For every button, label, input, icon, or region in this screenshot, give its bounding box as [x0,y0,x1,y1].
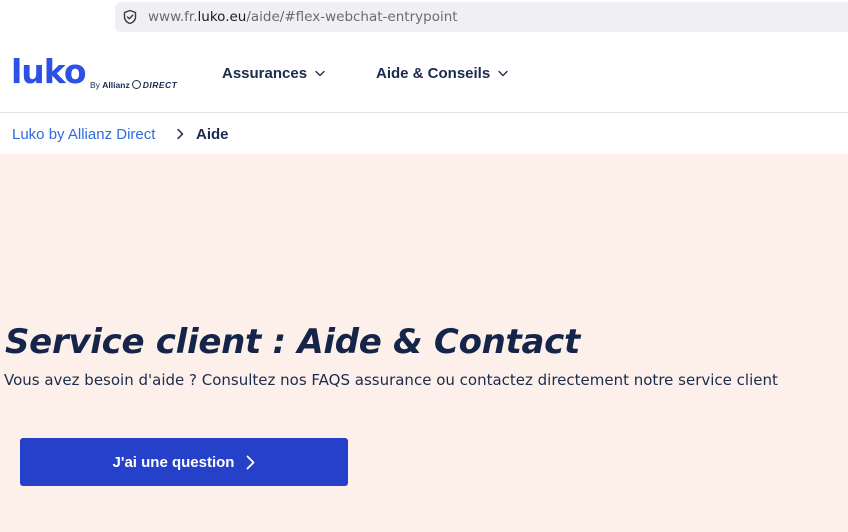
url-path: /aide/#flex-webchat-entrypoint [246,9,458,25]
url-domain: luko.eu [197,9,247,25]
browser-toolbar: www.fr.luko.eu/aide/#flex-webchat-entryp… [0,0,848,38]
breadcrumb: Luko by Allianz Direct Aide [0,114,848,154]
shield-icon[interactable] [122,9,138,25]
nav-assurances[interactable]: Assurances [222,65,325,82]
nav-assurances-label: Assurances [222,65,308,82]
chevron-down-icon [315,70,325,77]
url-prefix: www.fr. [148,9,198,25]
byline-by: By [90,80,100,90]
hero-section: Service client : Aide & Contact Vous ave… [0,154,848,532]
luko-logo[interactable]: luko [11,52,87,92]
byline-direct: DIRECT [142,80,178,90]
ask-question-label: J'ai une question [112,453,235,471]
nav-aide-conseils[interactable]: Aide & Conseils [376,65,508,82]
chevron-down-icon [498,70,508,77]
allianz-seal-icon [131,80,141,89]
site-header: luko By Allianz DIRECT Assurances Aide & … [0,38,848,113]
address-bar[interactable]: www.fr.luko.eu/aide/#flex-webchat-entryp… [115,2,848,32]
breadcrumb-home-link[interactable]: Luko by Allianz Direct [12,126,155,143]
nav-aide-conseils-label: Aide & Conseils [376,65,491,82]
byline-allianz: Allianz [102,80,130,90]
page-title: Service client : Aide & Contact [5,322,580,362]
chevron-right-icon [247,455,255,469]
allianz-direct-byline: By Allianz DIRECT [90,80,177,90]
ask-question-button[interactable]: J'ai une question [20,438,348,486]
chevron-right-icon [177,128,184,140]
hero-description: Vous avez besoin d'aide ? Consultez nos … [4,371,778,389]
breadcrumb-current: Aide [196,126,229,143]
url-text[interactable]: www.fr.luko.eu/aide/#flex-webchat-entryp… [148,9,458,25]
